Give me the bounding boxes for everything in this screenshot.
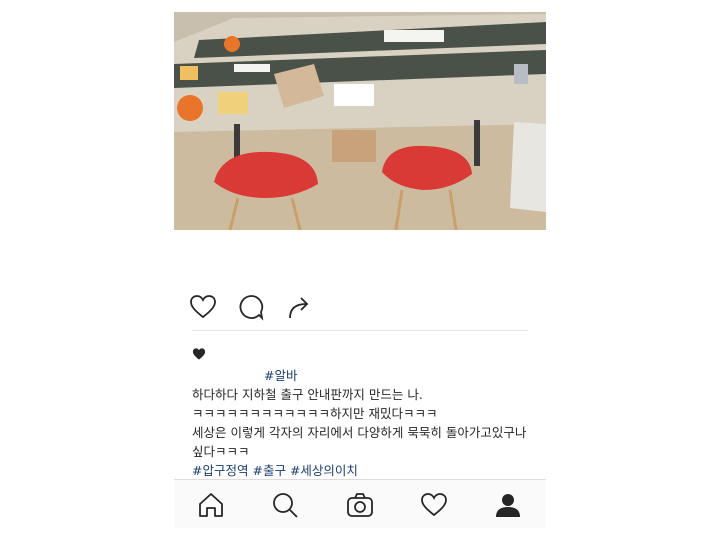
divider — [192, 330, 528, 331]
profile-icon[interactable] — [493, 490, 523, 520]
post-actions — [188, 292, 388, 322]
hashtag-link[interactable]: #압구정역 — [192, 463, 248, 478]
caption-line: 세상은 이렇게 각자의 자리에서 다양하게 묵묵히 돌아가고있구나 싶다ㅋㅋㅋ — [192, 425, 527, 459]
share-icon[interactable] — [284, 292, 314, 322]
instagram-post-screen: #알바 하다하다 지하철 출구 안내판까지 만드는 나. ㅋㅋㅋㅋㅋㅋㅋㅋㅋㅋㅋ… — [174, 12, 546, 528]
comment-icon[interactable] — [236, 292, 266, 322]
caption-line: ㅋㅋㅋㅋㅋㅋㅋㅋㅋㅋㅋㅋ하지만 재밌다ㅋㅋㅋ — [192, 406, 438, 421]
post-caption: #알바 하다하다 지하철 출구 안내판까지 만드는 나. ㅋㅋㅋㅋㅋㅋㅋㅋㅋㅋㅋ… — [192, 366, 532, 480]
bottom-nav — [174, 479, 546, 528]
caption-line: 하다하다 지하철 출구 안내판까지 만드는 나. — [192, 387, 423, 402]
camera-icon[interactable] — [345, 490, 375, 520]
activity-heart-icon[interactable] — [419, 490, 449, 520]
hashtag-link[interactable]: #출구 — [252, 463, 285, 478]
post-photo[interactable] — [174, 12, 546, 230]
home-icon[interactable] — [196, 490, 226, 520]
hashtag-list: #압구정역 #출구 #세상의이치 — [192, 461, 532, 480]
heart-filled-icon — [192, 346, 212, 360]
hashtag-link[interactable]: #세상의이치 — [290, 463, 358, 478]
search-icon[interactable] — [270, 490, 300, 520]
heart-icon[interactable] — [188, 292, 218, 322]
hashtag-link[interactable]: #알바 — [264, 368, 297, 383]
